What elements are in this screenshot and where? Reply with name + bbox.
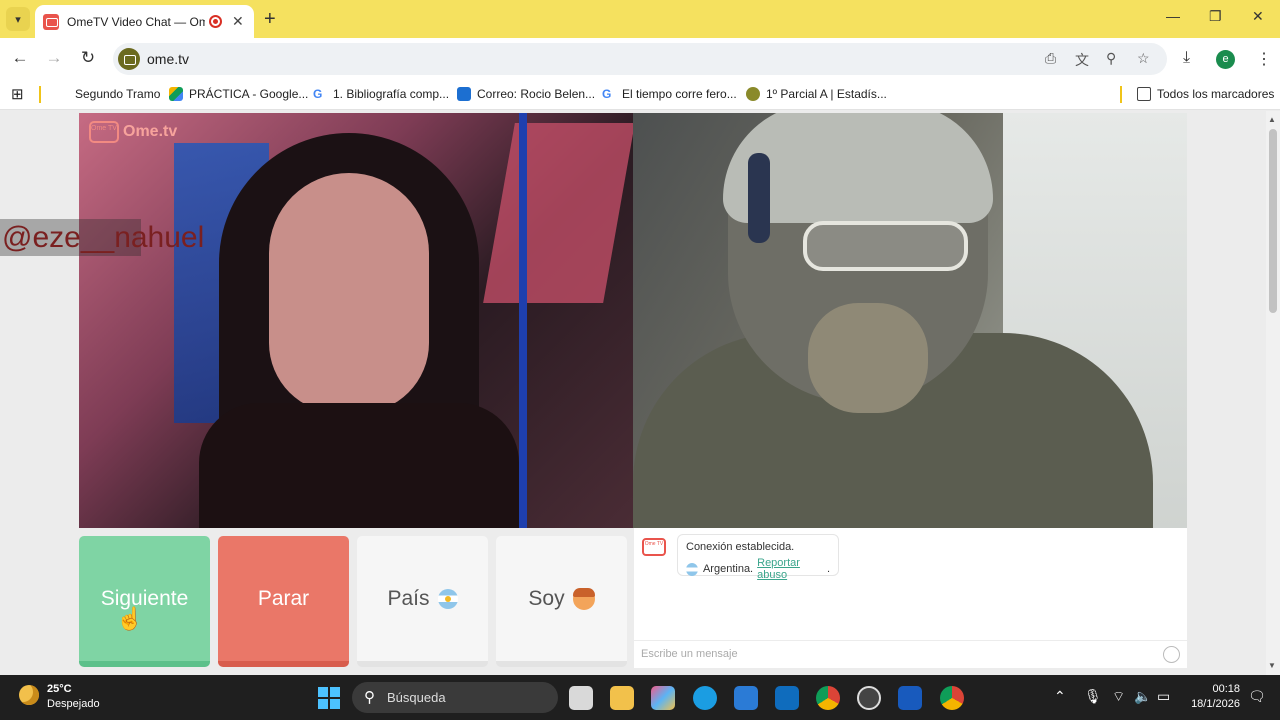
boy-emoji-icon [572,587,595,610]
battery-icon[interactable]: ▭ [1157,688,1170,705]
install-app-icon[interactable]: ⎙ [1045,50,1056,67]
notifications-icon[interactable]: 🗨 [1248,688,1266,705]
ometv-logo-icon: Ome TV [89,121,119,143]
menu-icon[interactable]: ⋮ [1256,49,1272,69]
bookmarks-separator [39,86,41,103]
restore-button[interactable]: ❐ [1209,8,1222,25]
folder-icon [1137,87,1151,101]
translate-icon[interactable]: 文 [1075,50,1089,70]
taskbar-search[interactable]: ⚲ Búsqueda [352,682,558,713]
ometv-favicon-icon [43,13,59,30]
word-icon[interactable] [898,686,922,710]
ometv-logo-text: Ome.tv [123,123,178,140]
show-hidden-icons-icon[interactable]: ⌃ [1054,688,1066,705]
site-info-icon[interactable] [118,48,140,70]
ometv-logo: Ome TV Ome.tv [89,121,177,143]
reload-button[interactable]: ↻ [77,48,99,68]
apps-grid-icon[interactable]: ⊞ [11,85,24,103]
weather-temperature: 25°C [47,683,72,695]
forward-button[interactable]: → [43,48,65,68]
copilot-icon[interactable] [651,686,675,710]
close-tab-icon[interactable]: ✕ [232,13,244,30]
google-icon: G [313,87,323,101]
bookmark-correo[interactable]: Correo: Rocio Belen... [457,87,595,101]
local-video: Ome TV Ome.tv [79,113,633,528]
page-scrollbar[interactable]: ▲ ▼ [1266,111,1280,675]
back-button[interactable]: ← [9,48,31,68]
profile-avatar[interactable]: e [1216,50,1235,69]
search-icon: ⚲ [364,689,375,706]
google-drive-icon [169,87,183,101]
bookmark-segundo-tramo[interactable]: Segundo Tramo [75,87,160,101]
bookmark-practica[interactable]: PRÁCTICA - Google... [169,87,308,101]
report-abuse-link[interactable]: Reportar abuso [757,557,827,581]
partner-country: Argentina. [702,563,754,575]
file-explorer-icon[interactable] [610,686,634,710]
edge-icon[interactable] [693,686,717,710]
hand-cursor-icon: ☝ [116,606,144,631]
remote-video [633,113,1187,528]
start-button[interactable] [318,687,340,709]
tab-search-button[interactable]: ▾ [6,7,30,31]
stop-button[interactable]: Parar [218,536,349,667]
clock-date[interactable]: 18/1/2026 [1186,698,1240,710]
minimize-button[interactable]: — [1166,8,1180,24]
country-button[interactable]: País [357,536,488,667]
emoji-icon[interactable] [1163,646,1180,663]
campus-icon [746,87,760,101]
weather-description: Despejado [47,698,100,710]
bookmarks-bar: ⊞ Segundo Tramo PRÁCTICA - Google... G 1.… [0,80,1280,110]
handle-text: @eze__nahuel [2,221,205,254]
argentina-flag-icon [686,562,698,576]
next-button[interactable]: Siguiente [79,536,210,667]
google-icon: G [602,87,612,101]
chrome-profile-icon[interactable] [940,686,964,710]
system-message: Conexión establecida. Argentina. Reporta… [677,534,839,581]
gender-button[interactable]: Soy [496,536,627,667]
close-window-button[interactable]: ✕ [1252,8,1264,25]
obs-icon[interactable] [857,686,881,710]
new-tab-button[interactable]: + [264,8,276,31]
recording-indicator-icon [209,15,222,28]
outlook-icon[interactable] [775,686,799,710]
chevron-down-icon: ▾ [15,13,21,26]
bookmark-parcial[interactable]: 1º Parcial A | Estadís... [746,87,887,101]
bookmarks-separator [1120,86,1122,103]
ometv-page: Ome TV Ome.tv @eze__nahuel Siguiente Par… [0,111,1266,675]
task-view-icon[interactable] [569,686,593,710]
all-bookmarks-folder[interactable]: Todos los marcadores [1137,87,1274,101]
ometv-chat-icon: Ome TV [642,538,666,556]
moon-weather-icon[interactable] [19,685,39,705]
tab-strip: ▾ OmeTV Video Chat — OmeTV ✕ + — ❐ ✕ [0,0,1280,38]
microphone-icon[interactable]: 🎙 [1084,688,1102,705]
search-placeholder: Búsqueda [387,690,446,705]
volume-icon[interactable]: 🔈 [1134,688,1151,705]
scroll-down-icon[interactable]: ▼ [1268,661,1276,670]
chrome-icon[interactable] [816,686,840,710]
windows-taskbar: 25°C Despejado ⚲ Búsqueda ⌃ 🎙 ⌔ 🔈 ▭ 00:1… [0,675,1280,720]
bookmark-star-icon[interactable]: ☆ [1137,50,1150,67]
store-icon[interactable] [734,686,758,710]
scroll-up-icon[interactable]: ▲ [1268,115,1276,124]
tab-ometv[interactable]: OmeTV Video Chat — OmeTV ✕ [35,5,254,38]
chat-panel: Ome TV Conexión establecida. Argentina. … [634,528,1187,668]
connection-status: Conexión establecida. [686,541,795,553]
message-placeholder: Escribe un mensaje [641,648,738,660]
clock-time[interactable]: 00:18 [1205,683,1240,695]
wifi-icon[interactable]: ⌔ [1112,688,1125,706]
url-text: ome.tv [147,51,190,67]
tab-title: OmeTV Video Chat — OmeTV [67,14,205,29]
message-input[interactable]: Escribe un mensaje [634,640,1187,668]
zoom-icon[interactable]: ⚲ [1106,50,1116,67]
outlook-icon [457,87,471,101]
argentina-flag-icon [437,588,458,609]
downloads-icon[interactable]: ⤓ [1183,49,1190,67]
scroll-thumb[interactable] [1269,129,1277,313]
address-bar[interactable]: ome.tv ⎙ 文 ⚲ ☆ [113,43,1167,75]
handle-overlay: @eze__nahuel [0,219,204,256]
bookmark-bibliografia[interactable]: G 1. Bibliografía comp... [313,87,449,101]
browser-toolbar: ← → ↻ ome.tv ⎙ 文 ⚲ ☆ ⤓ e ⋮ [0,38,1280,80]
bookmark-el-tiempo[interactable]: G El tiempo corre fero... [602,87,737,101]
